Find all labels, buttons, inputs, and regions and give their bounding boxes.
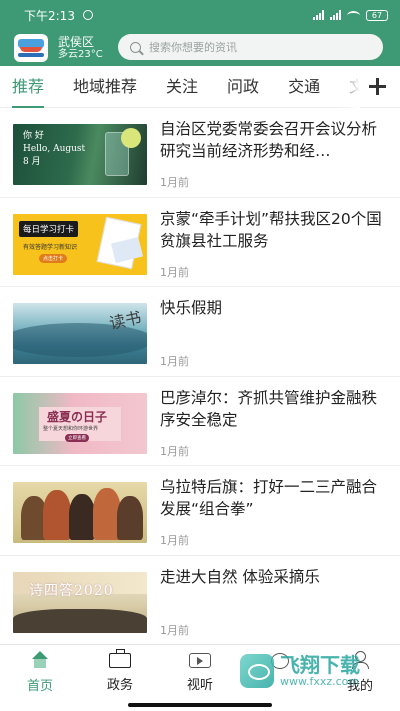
search-input[interactable] bbox=[149, 40, 359, 54]
news-title: 自治区党委常委会召开会议分析研究当前经济形势和经… bbox=[160, 120, 378, 160]
news-item[interactable]: 乌拉特后旗：打好一二三产融合发展“组合拳” 1月前 bbox=[0, 466, 400, 556]
signal-icon bbox=[313, 10, 324, 20]
tab-recommend[interactable]: 推荐 bbox=[12, 66, 45, 108]
news-time: 1月前 bbox=[160, 265, 189, 279]
location-label: 武侯区 bbox=[58, 34, 95, 49]
tab-follow[interactable]: 关注 bbox=[166, 66, 198, 108]
thumb-text: 盛夏の日子 bbox=[47, 409, 108, 424]
news-item[interactable]: 你 好 Hello, August 8 月 自治区党委常委会召开会议分析研究当前… bbox=[0, 108, 400, 198]
news-item[interactable]: 诗四答2020 走进大自然 体验采摘乐 1月前 bbox=[0, 556, 400, 645]
news-time: 1月前 bbox=[160, 623, 189, 637]
news-time: 1月前 bbox=[160, 176, 189, 189]
news-title: 乌拉特后旗：打好一二三产融合发展“组合拳” bbox=[160, 478, 378, 518]
home-indicator[interactable] bbox=[128, 703, 272, 707]
search-bar[interactable] bbox=[118, 34, 383, 60]
thumb-text: 有效答题学习新知识 bbox=[23, 243, 78, 251]
signal-icon-2 bbox=[330, 10, 341, 20]
news-item[interactable]: 盛夏の日子 整个夏天想和你环游世界 立即查看 巴彦淖尔：齐抓共管维护金融秩序安全… bbox=[0, 377, 400, 466]
battery-level: 67 bbox=[371, 10, 383, 20]
news-title: 快乐假期 bbox=[160, 299, 223, 317]
alarm-icon bbox=[82, 10, 93, 20]
app-header: 武侯区 多云23°C bbox=[0, 30, 400, 66]
news-thumbnail bbox=[13, 482, 147, 543]
video-icon bbox=[189, 653, 211, 668]
status-time: 下午2:13 bbox=[24, 8, 75, 23]
wifi-icon bbox=[347, 10, 360, 20]
thumb-text: 8 月 bbox=[23, 157, 41, 167]
tab-traffic[interactable]: 交通 bbox=[288, 66, 320, 108]
news-thumbnail: 诗四答2020 bbox=[13, 571, 147, 633]
news-title: 走进大自然 体验采摘乐 bbox=[160, 567, 320, 586]
watermark-url: www.fxxz.com bbox=[280, 674, 360, 688]
nav-government[interactable]: 政务 bbox=[90, 649, 150, 693]
news-time: 1月前 bbox=[160, 534, 189, 547]
news-item[interactable]: 读书 快乐假期 1月前 bbox=[0, 287, 400, 377]
location-weather[interactable]: 武侯区 多云23°C bbox=[58, 34, 103, 61]
app-logo[interactable] bbox=[14, 34, 48, 62]
thumb-text: 整个夏天想和你环游世界 bbox=[43, 425, 99, 432]
news-time: 1月前 bbox=[160, 355, 189, 368]
search-icon bbox=[130, 41, 141, 53]
news-title: 京蒙“牵手计划”帮扶我区20个国贫旗县社工服务 bbox=[160, 209, 382, 250]
battery-icon: 67 bbox=[366, 9, 388, 21]
thumb-text: 每日学习打卡 bbox=[19, 220, 79, 237]
news-title: 巴彦淖尔：齐抓共管维护金融秩序安全稳定 bbox=[160, 388, 378, 429]
news-thumbnail: 读书 bbox=[13, 303, 147, 364]
nav-label: 视听 bbox=[186, 678, 213, 693]
watermark-logo-icon bbox=[240, 654, 274, 688]
weather-label: 多云23°C bbox=[58, 49, 103, 61]
status-bar: 下午2:13 67 bbox=[0, 0, 400, 30]
news-item[interactable]: 每日学习打卡 有效答题学习新知识 点击打卡 京蒙“牵手计划”帮扶我区20个国贫旗… bbox=[0, 198, 400, 287]
thumb-text: 你 好 bbox=[23, 131, 44, 141]
tab-regional[interactable]: 地域推荐 bbox=[73, 66, 137, 108]
add-channel-icon[interactable] bbox=[369, 78, 386, 95]
news-thumbnail: 你 好 Hello, August 8 月 bbox=[13, 124, 147, 185]
news-time: 1月前 bbox=[160, 444, 189, 458]
thumb-text: 点击打卡 bbox=[39, 253, 68, 263]
app-screen: 下午2:13 67 武侯区 多云23°C 推荐 地域推荐 关注 问政 bbox=[0, 0, 400, 711]
home-icon bbox=[29, 651, 51, 669]
news-thumbnail: 盛夏の日子 整个夏天想和你环游世界 立即查看 bbox=[13, 392, 147, 454]
news-feed: 你 好 Hello, August 8 月 自治区党委常委会召开会议分析研究当前… bbox=[0, 108, 400, 644]
nav-label: 政务 bbox=[106, 678, 133, 693]
category-tabs: 推荐 地域推荐 关注 问政 交通 文旅 bbox=[0, 66, 400, 108]
nav-video[interactable]: 视听 bbox=[170, 651, 230, 693]
nav-label: 首页 bbox=[26, 679, 53, 694]
tab-politics[interactable]: 问政 bbox=[227, 66, 259, 108]
nav-home[interactable]: 首页 bbox=[10, 651, 70, 694]
watermark-name: 飞翔下载 bbox=[280, 652, 360, 677]
thumb-text: Hello, August bbox=[23, 144, 86, 154]
briefcase-icon bbox=[109, 649, 131, 668]
thumb-text: 立即查看 bbox=[65, 433, 89, 442]
thumb-text: 诗四答2020 bbox=[29, 582, 114, 599]
site-watermark: 飞翔下载 www.fxxz.com bbox=[240, 650, 400, 692]
news-thumbnail: 每日学习打卡 有效答题学习新知识 点击打卡 bbox=[13, 213, 147, 275]
